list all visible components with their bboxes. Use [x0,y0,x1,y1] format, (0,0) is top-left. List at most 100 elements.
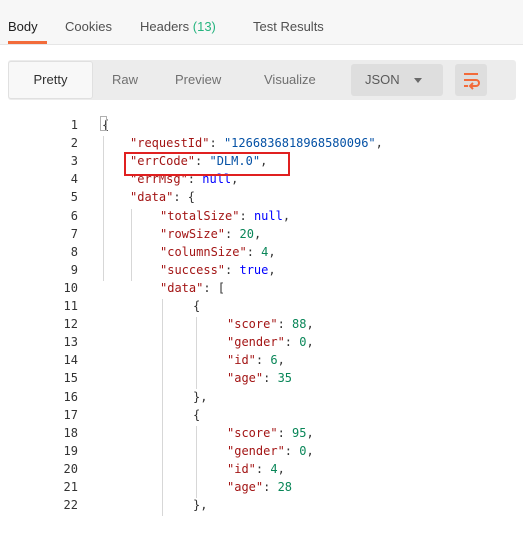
code-token: , [277,461,285,476]
code-line: "totalSize": null, [160,209,290,223]
line-number: 10 [63,280,78,295]
code-token: : [ [203,280,226,295]
chevron-down-icon [414,78,422,83]
code-line: "data": [ [160,281,225,295]
view-raw-button[interactable]: Raw [112,60,138,100]
line-number: 11 [63,299,78,313]
code-token: "id" [227,353,256,368]
bracket-match-marker [100,116,107,131]
indent-guide [103,136,104,281]
code-line: "success": true, [160,263,276,277]
code-token: , [268,244,276,259]
code-line: "gender": 0, [227,335,314,349]
wrap-lines-button[interactable] [455,64,487,96]
code-token: { [193,407,201,422]
line-number: 15 [63,371,78,386]
code-token: }, [193,498,208,513]
view-preview-button[interactable]: Preview [175,60,221,100]
indent-guide [196,317,197,390]
code-token: : { [173,190,196,205]
code-token: "data" [130,190,174,205]
code-line: "requestId": "1266836818968580096", [130,136,383,150]
response-tabs: Body Cookies Headers (13) Test Results [0,0,523,44]
line-number: 6 [70,208,78,223]
code-token: : [284,443,300,458]
code-token: , [277,353,285,368]
code-token: , [306,425,314,440]
code-token: "1266836818968580096" [223,136,376,151]
format-select[interactable]: JSON [351,64,443,96]
tab-cookies[interactable]: Cookies [65,19,112,34]
line-number: 4 [70,172,78,187]
code-token: { [193,299,201,313]
tab-headers-count: (13) [192,19,216,34]
line-number: 3 [70,154,78,169]
code-token: "id" [227,461,256,476]
code-token: 35 [277,371,293,386]
code-token: "columnSize" [160,244,247,259]
response-view-toolbar: Pretty Raw Preview Visualize JSON [8,60,516,100]
code-token: : [255,461,271,476]
highlight-box [124,152,290,176]
text-wrap-icon [464,73,480,90]
code-token: , [282,208,291,223]
code-line: "gender": 0, [227,444,314,458]
code-token: : [246,244,262,259]
code-token: 20 [239,226,254,241]
code-line: "rowSize": 20, [160,227,261,241]
view-pretty-button[interactable]: Pretty [8,61,93,99]
code-token: : [263,480,278,494]
line-number: 9 [70,262,78,277]
code-token: "data" [160,280,204,295]
code-line: }, [193,390,207,404]
line-number: 18 [63,425,78,440]
code-token: null [253,208,283,223]
format-select-value: JSON [365,72,400,87]
code-token: , [268,262,276,277]
line-number: 17 [63,407,78,422]
line-number: 5 [70,190,78,205]
line-number: 19 [63,443,78,458]
code-token: true [239,262,269,277]
code-token: "score" [227,317,278,332]
code-line: { [193,299,200,313]
code-token: , [306,443,314,458]
indent-guide [196,425,197,499]
code-token: , [253,226,262,241]
code-token: : [277,425,293,440]
code-token: "score" [227,425,278,440]
code-line: "columnSize": 4, [160,245,276,259]
code-token: "success" [160,262,226,277]
code-token: : [239,208,254,223]
code-token: : [263,371,278,386]
code-line: "age": 28 [227,480,292,494]
tab-headers[interactable]: Headers (13) [140,19,216,34]
line-number: 2 [70,136,78,151]
line-number: 7 [70,226,78,241]
indent-guide [131,208,132,281]
code-token: : [225,226,240,241]
line-number: 21 [63,480,78,494]
tabs-divider [0,44,523,45]
code-token: : [209,136,224,151]
code-token: "gender" [227,443,285,458]
code-line: "age": 35 [227,371,292,385]
code-token: : [255,353,271,368]
line-number: 1 [70,118,78,132]
code-token: "age" [227,480,264,494]
code-line: "score": 95, [227,426,314,440]
code-token: 4 [270,461,278,476]
code-token: }, [193,389,208,404]
view-visualize-button[interactable]: Visualize [264,60,316,100]
line-number: 8 [70,244,78,259]
line-number: 16 [63,389,78,404]
code-token: 6 [270,353,278,368]
line-number: 20 [63,461,78,476]
code-token: "requestId" [130,136,210,151]
tab-body[interactable]: Body [8,19,38,34]
code-token: "totalSize" [160,208,240,223]
code-token: , [306,317,314,332]
tab-test-results[interactable]: Test Results [253,19,324,34]
tab-headers-label: Headers [140,19,190,34]
code-token: "age" [227,371,264,386]
